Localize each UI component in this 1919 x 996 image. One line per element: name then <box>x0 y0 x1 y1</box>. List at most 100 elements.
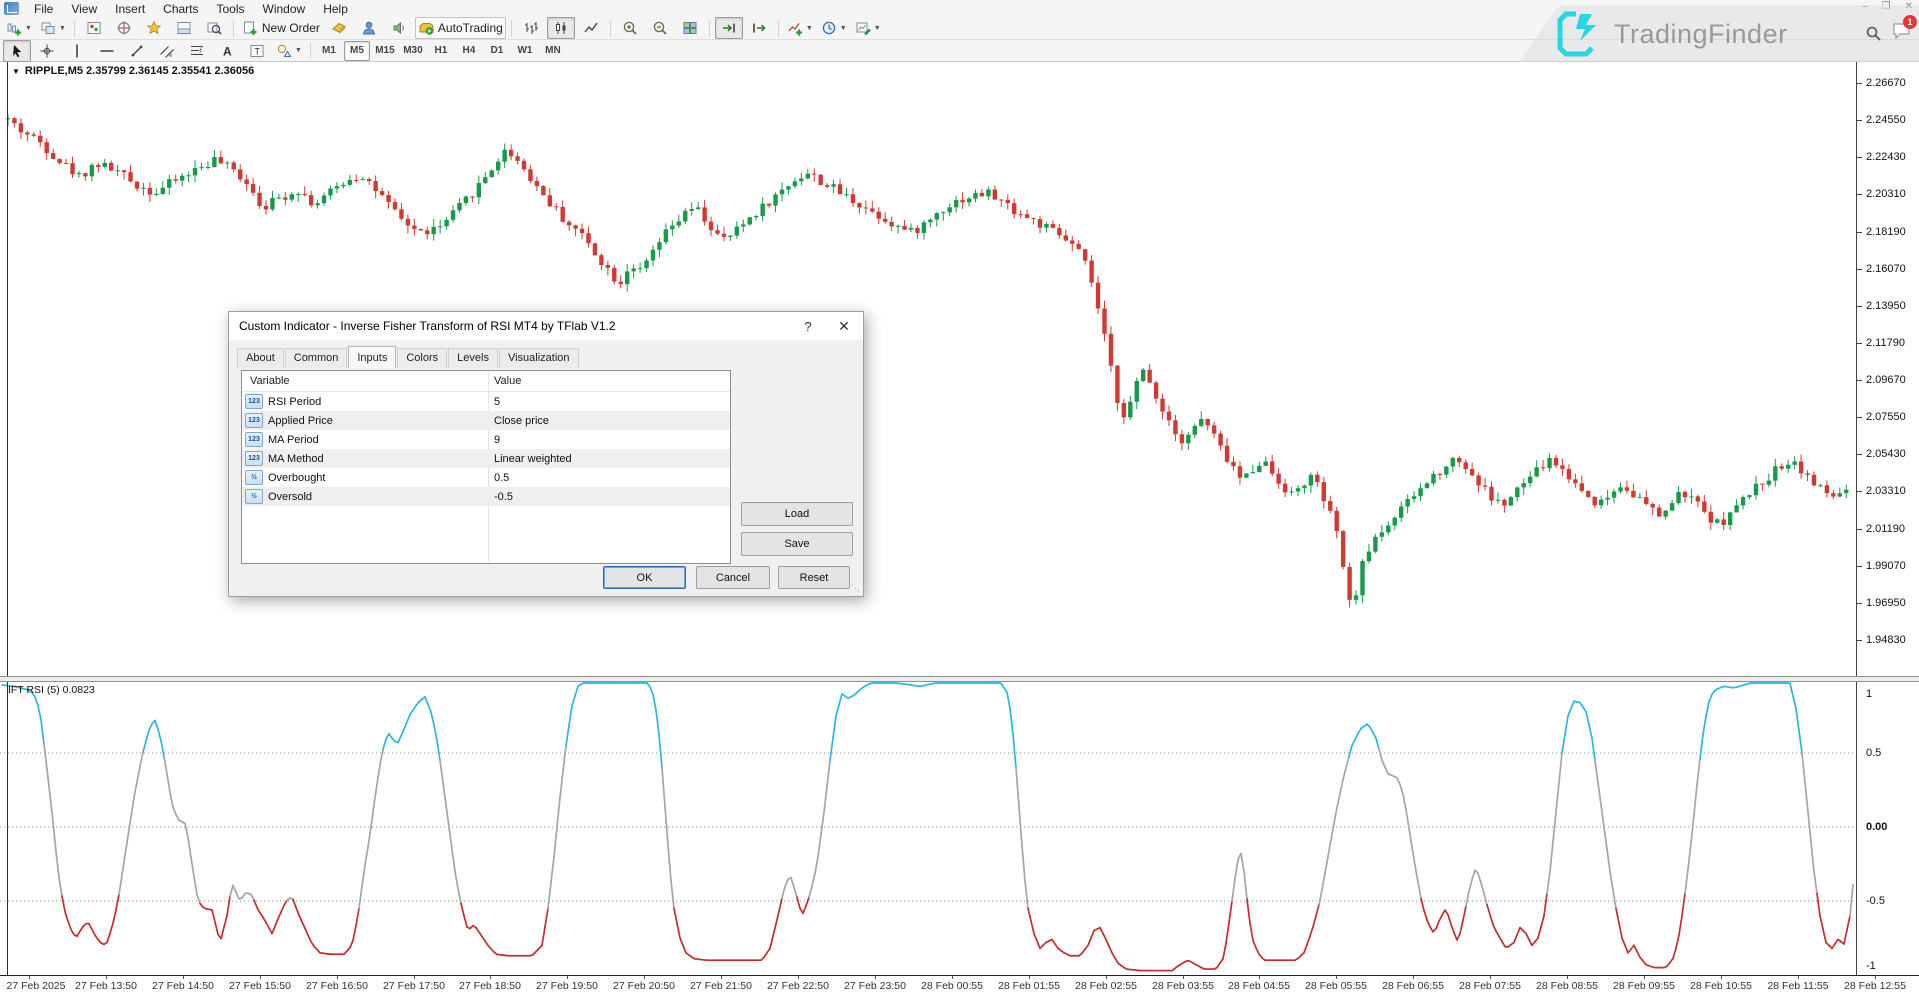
tab-colors[interactable]: Colors <box>397 348 447 368</box>
input-value[interactable]: Linear weighted <box>494 453 572 465</box>
inputs-table[interactable]: Variable Value 123RSI Period5123Applied … <box>241 370 731 564</box>
price-label: 2.03310 <box>1866 485 1906 497</box>
text-button[interactable]: A <box>213 40 241 62</box>
terminal-icon <box>176 20 192 36</box>
price-scale[interactable]: 2.266702.245502.224302.203102.181902.160… <box>1856 62 1919 676</box>
input-row-ma-method[interactable]: 123MA MethodLinear weighted <box>242 449 730 468</box>
auto-scroll-button[interactable] <box>715 17 743 39</box>
tab-about[interactable]: About <box>237 348 284 368</box>
input-row-ma-period[interactable]: 123MA Period9 <box>242 430 730 449</box>
search-icon[interactable] <box>1865 25 1882 42</box>
zoom-out-icon <box>652 20 668 36</box>
dialog-help-button[interactable]: ? <box>793 312 823 340</box>
timeframe-m5[interactable]: M5 <box>344 41 370 61</box>
indicator-scale[interactable]: 10.50.00-0.5-1 <box>1856 682 1919 975</box>
svg-text:f: f <box>200 48 203 55</box>
menu-window[interactable]: Window <box>254 1 315 17</box>
save-button[interactable]: Save <box>741 532 853 556</box>
timeframe-h1[interactable]: H1 <box>428 41 454 61</box>
notification-badge: 1 <box>1903 15 1917 29</box>
trendline-button[interactable] <box>123 40 151 62</box>
load-button[interactable]: Load <box>741 502 853 526</box>
dialog-titlebar[interactable]: Custom Indicator - Inverse Fisher Transf… <box>229 312 863 340</box>
timeframe-m15[interactable]: M15 <box>372 41 398 61</box>
indicator-settings-dialog: Custom Indicator - Inverse Fisher Transf… <box>228 311 864 597</box>
ift-rsi-chart[interactable] <box>0 682 1856 975</box>
dropdown-arrow-icon: ▼ <box>840 25 847 32</box>
community-button[interactable] <box>355 17 383 39</box>
crosshair-button[interactable] <box>33 40 61 62</box>
strategy-tester-button[interactable] <box>200 17 228 39</box>
horizontal-line-button[interactable] <box>93 40 121 62</box>
profiles-button[interactable]: ▼ <box>37 17 69 39</box>
metaeditor-button[interactable] <box>325 17 353 39</box>
menu-tools[interactable]: Tools <box>208 1 254 17</box>
cursor-button[interactable] <box>3 40 31 62</box>
tile-windows-icon <box>682 20 698 36</box>
timeframe-mn[interactable]: MN <box>540 41 566 61</box>
horizontal-line-icon <box>99 43 115 59</box>
tile-windows-button[interactable] <box>676 17 704 39</box>
tab-visualization[interactable]: Visualization <box>499 348 579 368</box>
input-value[interactable]: Close price <box>494 415 549 427</box>
indicator-pane[interactable]: IFT RSI (5) 0.0823 <box>0 682 1919 975</box>
indicators-list-button[interactable]: ▼ <box>784 17 816 39</box>
chart-shift-button[interactable] <box>745 17 773 39</box>
fibonacci-button[interactable]: f <box>183 40 211 62</box>
time-label: 28 Feb 08:55 <box>1536 980 1598 992</box>
zoom-in-button[interactable] <box>616 17 644 39</box>
price-label: 2.07550 <box>1866 411 1906 423</box>
data-window-button[interactable] <box>110 17 138 39</box>
equidistant-channel-button[interactable]: e <box>153 40 181 62</box>
ok-button[interactable]: OK <box>603 566 686 589</box>
input-value[interactable]: 0.5 <box>494 472 509 484</box>
tab-inputs[interactable]: Inputs <box>348 346 396 368</box>
new-order-button[interactable]: New Order <box>239 17 323 39</box>
chart-line-button[interactable] <box>577 17 605 39</box>
text-label-button[interactable]: T <box>243 40 271 62</box>
chart-bars-button[interactable] <box>517 17 545 39</box>
integer-type-icon: 123 <box>245 394 263 409</box>
timeframe-h4[interactable]: H4 <box>456 41 482 61</box>
timeframe-w1[interactable]: W1 <box>512 41 538 61</box>
new-chart-button[interactable]: ▼ <box>3 17 35 39</box>
menu-insert[interactable]: Insert <box>106 1 154 17</box>
input-row-rsi-period[interactable]: 123RSI Period5 <box>242 392 730 411</box>
timeframe-m30[interactable]: M30 <box>400 41 426 61</box>
cancel-button[interactable]: Cancel <box>696 566 770 589</box>
tab-levels[interactable]: Levels <box>448 348 498 368</box>
news-button[interactable] <box>385 17 413 39</box>
menu-view[interactable]: View <box>62 1 106 17</box>
autotrading-button[interactable]: AutoTrading <box>415 17 506 39</box>
templates-button[interactable]: ▼ <box>852 17 884 39</box>
dialog-title: Custom Indicator - Inverse Fisher Transf… <box>239 319 616 333</box>
timeframe-m1[interactable]: M1 <box>316 41 342 61</box>
input-row-oversold[interactable]: ½Oversold-0.5 <box>242 487 730 506</box>
dialog-close-button[interactable]: ✕ <box>829 312 859 340</box>
cursor-icon <box>9 43 25 59</box>
shapes-button[interactable]: ▼ <box>273 40 305 62</box>
reset-button[interactable]: Reset <box>778 566 850 589</box>
input-value[interactable]: 9 <box>494 434 500 446</box>
tab-common[interactable]: Common <box>285 348 348 368</box>
menu-file[interactable]: File <box>25 1 62 17</box>
menu-charts[interactable]: Charts <box>154 1 207 17</box>
input-value[interactable]: 5 <box>494 396 500 408</box>
pane-splitter[interactable] <box>0 676 1919 682</box>
chart-candles-button[interactable] <box>547 17 575 39</box>
market-watch-button[interactable] <box>80 17 108 39</box>
resize-grip[interactable]: ⋱ <box>851 584 861 594</box>
chat-icon[interactable]: 1 <box>1892 22 1911 44</box>
terminal-button[interactable] <box>170 17 198 39</box>
periods-button[interactable]: ▼ <box>818 17 850 39</box>
toolbar-separator <box>310 42 311 59</box>
time-axis[interactable]: 27 Feb 202527 Feb 13:5027 Feb 14:5027 Fe… <box>0 975 1919 996</box>
input-row-applied-price[interactable]: 123Applied PriceClose price <box>242 411 730 430</box>
input-value[interactable]: -0.5 <box>494 491 513 503</box>
navigator-button[interactable] <box>140 17 168 39</box>
vertical-line-button[interactable] <box>63 40 91 62</box>
timeframe-d1[interactable]: D1 <box>484 41 510 61</box>
menu-help[interactable]: Help <box>314 1 357 17</box>
zoom-out-button[interactable] <box>646 17 674 39</box>
input-row-overbought[interactable]: ½Overbought0.5 <box>242 468 730 487</box>
